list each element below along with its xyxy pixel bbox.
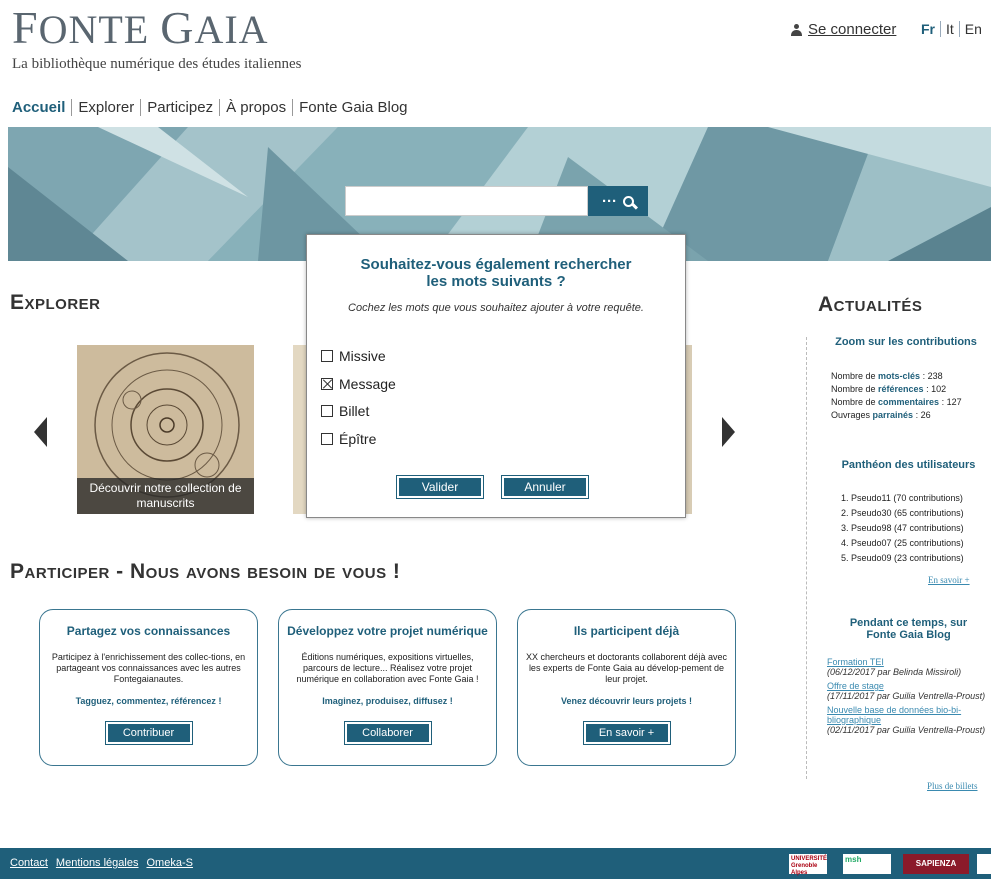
box-cta: Imaginez, produisez, diffusez ! bbox=[322, 696, 453, 706]
blog-item: Offre de stage (17/11/2017 par Guilia Ve… bbox=[827, 681, 989, 701]
nav-blog[interactable]: Fonte Gaia Blog bbox=[292, 99, 413, 116]
more-options-icon: ··· bbox=[602, 192, 617, 210]
partner-logo-msh[interactable]: msh bbox=[843, 854, 891, 874]
logo-title: FONTE GAIA bbox=[12, 2, 269, 53]
nav-explorer[interactable]: Explorer bbox=[71, 99, 140, 116]
box-cta: Venez découvrir leurs projets ! bbox=[560, 696, 693, 706]
footer: Contact Mentions légales Omeka-S UNIVERS… bbox=[0, 848, 991, 879]
box-cta: Tagguez, commentez, référencez ! bbox=[75, 696, 222, 706]
en-savoir-button[interactable]: En savoir + bbox=[582, 721, 671, 745]
collaborer-button[interactable]: Collaborer bbox=[343, 721, 432, 745]
lang-it[interactable]: It bbox=[940, 21, 959, 37]
carousel-card-partial-left[interactable] bbox=[293, 345, 307, 514]
en-savoir-link[interactable]: En savoir + bbox=[928, 575, 970, 585]
partner-logo-extra[interactable] bbox=[977, 854, 991, 874]
box-title: Développez votre projet numérique bbox=[287, 624, 488, 638]
sidebar-divider bbox=[806, 337, 807, 779]
option-label: Missive bbox=[339, 348, 386, 364]
footer-links: Contact Mentions légales Omeka-S bbox=[10, 857, 193, 869]
participer-box-partagez: Partagez vos connaissances Participez à … bbox=[39, 609, 258, 766]
box-title: Partagez vos connaissances bbox=[66, 624, 231, 638]
search-input[interactable] bbox=[345, 186, 588, 216]
footer-contact-link[interactable]: Contact bbox=[10, 857, 48, 869]
checkbox-icon[interactable] bbox=[321, 350, 333, 362]
site-logo[interactable]: FONTE GAIA La bibliothèque numérique des… bbox=[12, 2, 302, 73]
blog-item: Nouvelle base de données bio-bi-bliograp… bbox=[827, 705, 989, 735]
main-nav: Accueil Explorer Participez À propos Fon… bbox=[12, 99, 414, 116]
nav-participez[interactable]: Participez bbox=[140, 99, 219, 116]
synonyms-dialog: Souhaitez-vous également rechercher les … bbox=[306, 234, 686, 518]
nav-a-propos[interactable]: À propos bbox=[219, 99, 292, 116]
search-button[interactable]: ··· bbox=[588, 186, 648, 216]
option-message[interactable]: Message bbox=[321, 376, 396, 392]
pantheon-item[interactable]: 4. Pseudo07 (25 contributions) bbox=[841, 536, 991, 551]
lang-en[interactable]: En bbox=[958, 21, 987, 37]
search-icon bbox=[623, 195, 634, 207]
option-billet[interactable]: Billet bbox=[321, 403, 369, 419]
user-icon bbox=[791, 23, 802, 36]
language-switcher: Fr It En bbox=[921, 21, 987, 37]
footer-omeka-link[interactable]: Omeka-S bbox=[146, 857, 192, 869]
pantheon-item[interactable]: 2. Pseudo30 (65 contributions) bbox=[841, 506, 991, 521]
checkbox-checked-icon[interactable] bbox=[321, 378, 333, 390]
pantheon-item[interactable]: 3. Pseudo98 (47 contributions) bbox=[841, 521, 991, 536]
stat-commentaires: Nombre de commentaires : 127 bbox=[831, 397, 962, 407]
blog-post-link[interactable]: Offre de stage bbox=[827, 681, 884, 691]
validate-button[interactable]: Valider bbox=[396, 475, 484, 499]
nav-accueil[interactable]: Accueil bbox=[12, 99, 71, 116]
carousel-prev-icon[interactable] bbox=[34, 417, 47, 447]
blog-post-meta: (17/11/2017 par Guilia Ventrella-Proust) bbox=[827, 691, 986, 701]
option-missive[interactable]: Missive bbox=[321, 348, 386, 364]
actualites-title: Actualités bbox=[818, 293, 923, 316]
stats-list: Nombre de mots-clés : 238 Nombre de réfé… bbox=[831, 370, 991, 422]
pantheon-list: 1. Pseudo11 (70 contributions) 2. Pseudo… bbox=[841, 491, 991, 566]
login-label[interactable]: Se connecter bbox=[808, 21, 896, 38]
stat-mots-cles: Nombre de mots-clés : 238 bbox=[831, 371, 943, 381]
checkbox-icon[interactable] bbox=[321, 433, 333, 445]
site-subtitle: La bibliothèque numérique des études ita… bbox=[12, 56, 302, 72]
participer-box-developpez: Développez votre projet numérique Éditio… bbox=[278, 609, 497, 766]
checkbox-icon[interactable] bbox=[321, 405, 333, 417]
partner-logo-sapienza[interactable]: SAPIENZA bbox=[903, 854, 969, 874]
blog-item: Formation TEI (06/12/2017 par Belinda Mi… bbox=[827, 657, 989, 677]
blog-section-title: Pendant ce temps, sur Fonte Gaia Blog bbox=[849, 617, 968, 641]
card-caption: Découvrir notre collection de manuscrits bbox=[77, 478, 254, 514]
footer-mentions-link[interactable]: Mentions légales bbox=[56, 857, 139, 869]
pantheon-item[interactable]: 1. Pseudo11 (70 contributions) bbox=[841, 491, 991, 506]
more-posts-link[interactable]: Plus de billets bbox=[927, 781, 978, 791]
participer-title: Participer - Nous avons besoin de vous ! bbox=[10, 560, 401, 583]
carousel-next-icon[interactable] bbox=[722, 417, 735, 447]
search-bar: ··· bbox=[345, 186, 648, 216]
dialog-title: Souhaitez-vous également rechercher les … bbox=[360, 256, 632, 290]
blog-post-meta: (02/11/2017 par Guilia Ventrella-Proust) bbox=[827, 725, 986, 735]
blog-post-link[interactable]: Formation TEI bbox=[827, 657, 884, 667]
blog-post-link[interactable]: Nouvelle base de données bio-bi-bliograp… bbox=[827, 705, 961, 725]
option-label: Message bbox=[339, 376, 396, 392]
carousel-card-manuscrits[interactable]: Découvrir notre collection de manuscrits bbox=[77, 345, 254, 514]
option-epitre[interactable]: Épître bbox=[321, 431, 376, 447]
stat-parraines: Ouvrages parrainés : 26 bbox=[831, 410, 931, 420]
participer-box-participent: Ils participent déjà XX chercheurs et do… bbox=[517, 609, 736, 766]
stat-references: Nombre de références : 102 bbox=[831, 384, 947, 394]
lang-fr[interactable]: Fr bbox=[921, 21, 940, 37]
cancel-button[interactable]: Annuler bbox=[501, 475, 589, 499]
option-label: Épître bbox=[339, 431, 377, 447]
pantheon-title: Panthéon des utilisateurs bbox=[841, 459, 976, 471]
login-link[interactable]: Se connecter bbox=[791, 21, 896, 38]
box-text: Éditions numériques, expositions virtuel… bbox=[296, 652, 479, 684]
contribuer-button[interactable]: Contribuer bbox=[104, 721, 193, 745]
dialog-subtitle: Cochez les mots que vous souhaitez ajout… bbox=[348, 302, 644, 314]
box-text: Participez à l'enrichissement des collec… bbox=[51, 652, 246, 684]
box-text: XX chercheurs et doctorants collaborent … bbox=[525, 652, 728, 684]
blog-post-meta: (06/12/2017 par Belinda Missiroli) bbox=[827, 667, 962, 677]
explorer-title: Explorer bbox=[10, 291, 101, 314]
pantheon-item[interactable]: 5. Pseudo09 (23 contributions) bbox=[841, 551, 991, 566]
option-label: Billet bbox=[339, 403, 370, 419]
box-title: Ils participent déjà bbox=[573, 624, 680, 638]
partner-logo-grenoble[interactable]: UNIVERSITÉ Grenoble Alpes bbox=[789, 854, 827, 876]
zoom-title: Zoom sur les contributions bbox=[835, 336, 977, 348]
blog-list: Formation TEI (06/12/2017 par Belinda Mi… bbox=[827, 657, 989, 739]
